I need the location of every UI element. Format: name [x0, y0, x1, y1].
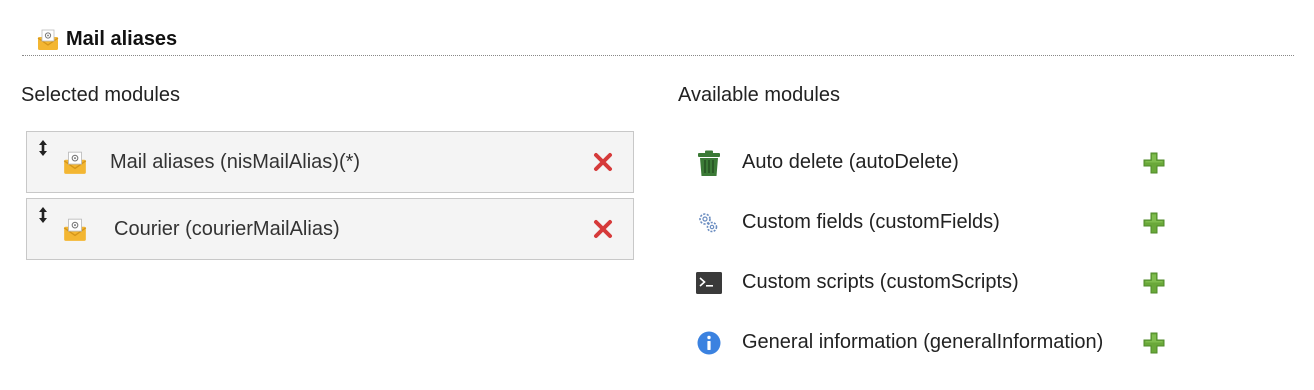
mail-envelope-icon	[37, 29, 59, 50]
terminal-icon	[696, 272, 722, 294]
trash-icon	[698, 150, 720, 176]
selected-module-label: Courier (courierMailAlias)	[114, 218, 340, 240]
info-icon	[697, 331, 721, 355]
add-module-button[interactable]	[1143, 272, 1165, 294]
available-modules-heading: Available modules	[678, 84, 840, 106]
selected-module-row[interactable]: Courier (courierMailAlias)	[26, 198, 634, 260]
section-header: Mail aliases	[22, 24, 1294, 56]
available-module-row: Custom scripts (customScripts)	[695, 267, 1175, 299]
add-module-button[interactable]	[1143, 152, 1165, 174]
available-module-row: General information (generalInformation)	[695, 327, 1175, 359]
mail-envelope-icon	[63, 218, 87, 241]
available-module-label: Custom scripts (customScripts)	[742, 271, 1019, 293]
available-module-row: Custom fields (customFields)	[695, 207, 1175, 239]
add-module-button[interactable]	[1143, 332, 1165, 354]
gears-icon	[699, 213, 718, 233]
section-title: Mail aliases	[66, 28, 178, 50]
mail-envelope-icon	[63, 151, 87, 174]
drag-handle-icon[interactable]	[37, 207, 49, 223]
selected-modules-list: Mail aliases (nisMailAlias)(*) Courier (…	[26, 131, 634, 265]
remove-module-button[interactable]	[593, 152, 613, 172]
selected-modules-heading: Selected modules	[21, 84, 180, 106]
available-module-row: Auto delete (autoDelete)	[695, 147, 1175, 179]
selected-module-label: Mail aliases (nisMailAlias)(*)	[110, 151, 361, 173]
remove-module-button[interactable]	[593, 219, 613, 239]
add-module-button[interactable]	[1143, 212, 1165, 234]
module-selection-page: Mail aliases Selected modules Available …	[0, 0, 1314, 390]
available-module-label: Custom fields (customFields)	[742, 211, 1000, 233]
available-module-label: General information (generalInformation)	[742, 331, 1104, 353]
selected-module-row[interactable]: Mail aliases (nisMailAlias)(*)	[26, 131, 634, 193]
drag-handle-icon[interactable]	[37, 140, 49, 156]
available-module-label: Auto delete (autoDelete)	[742, 151, 959, 173]
